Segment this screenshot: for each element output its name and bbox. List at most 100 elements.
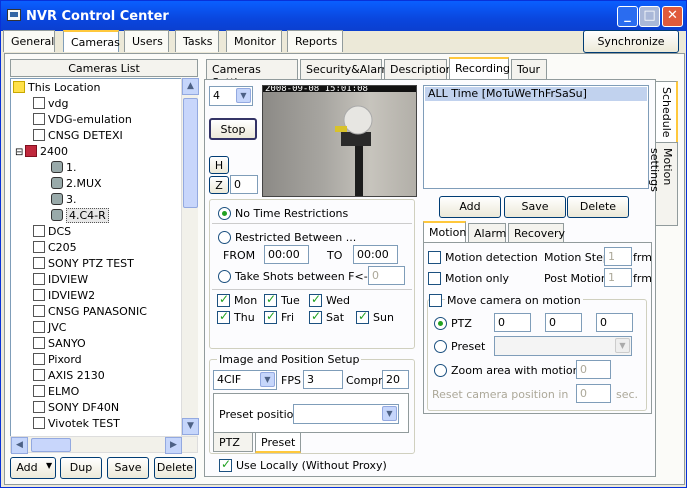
scroll-left-icon[interactable]: ◀ bbox=[11, 437, 28, 454]
vtab-motion-settings[interactable]: Motion settings bbox=[648, 142, 678, 226]
tab-cameras[interactable]: Cameras bbox=[63, 30, 120, 52]
h-button[interactable]: H bbox=[209, 156, 229, 174]
move-camera-checkbox[interactable] bbox=[429, 294, 442, 307]
save-camera-button[interactable]: Save bbox=[107, 457, 149, 479]
tree-item[interactable]: IDVIEW2 bbox=[33, 289, 95, 305]
no-time-restrictions-radio[interactable] bbox=[218, 207, 231, 220]
day-mon-checkbox[interactable] bbox=[217, 292, 230, 307]
tree-item[interactable]: CNSG PANASONIC bbox=[33, 305, 147, 321]
to-time-input[interactable]: 00:00 bbox=[353, 245, 398, 264]
zoom-area-radio[interactable] bbox=[434, 364, 447, 377]
chevron-down-icon[interactable]: ▼ bbox=[260, 372, 275, 387]
channel-select[interactable]: 4 ▼ bbox=[209, 86, 253, 106]
motion-preset-select[interactable]: ▼ bbox=[494, 336, 632, 356]
motion-detection-checkbox[interactable] bbox=[428, 251, 441, 264]
tree-item[interactable]: Pixord bbox=[33, 353, 82, 369]
tab-general[interactable]: General bbox=[3, 30, 55, 52]
scroll-down-icon[interactable]: ▼ bbox=[182, 418, 199, 435]
tree-item[interactable]: 2.MUX bbox=[51, 177, 102, 193]
take-shots-radio[interactable] bbox=[218, 270, 231, 283]
ptz-pan-input[interactable]: 0 bbox=[494, 313, 531, 332]
z-value-input[interactable]: 0 bbox=[230, 175, 258, 194]
tab-recording[interactable]: Recording bbox=[449, 57, 510, 79]
scroll-up-icon[interactable]: ▲ bbox=[182, 78, 199, 95]
ptz-zoom-input[interactable]: 0 bbox=[596, 313, 633, 332]
reset-position-input[interactable]: 0 bbox=[576, 384, 611, 403]
tree-horizontal-scrollbar[interactable]: ◀ ▶ bbox=[10, 436, 198, 454]
preset-radio[interactable] bbox=[434, 340, 447, 353]
tree-item-selected[interactable]: 4.C4-R bbox=[51, 208, 109, 225]
tree-item[interactable]: SONY DF40N bbox=[33, 401, 119, 417]
tab-monitor[interactable]: Monitor bbox=[226, 30, 282, 52]
ptz-radio[interactable] bbox=[434, 317, 447, 330]
scroll-thumb[interactable] bbox=[183, 98, 198, 208]
motion-only-checkbox[interactable] bbox=[428, 272, 441, 285]
tab-security-alarm[interactable]: Security&Alarm bbox=[300, 59, 392, 79]
tab-tasks[interactable]: Tasks bbox=[175, 30, 219, 52]
day-sat-checkbox[interactable] bbox=[309, 309, 322, 324]
tree-vertical-scrollbar[interactable]: ▲ ▼ bbox=[181, 78, 199, 451]
tree-item[interactable]: VDG-emulation bbox=[33, 113, 132, 129]
resolution-select[interactable]: 4CIF ▼ bbox=[213, 370, 277, 390]
tab-preset[interactable]: Preset bbox=[255, 433, 301, 453]
tree-item[interactable]: IDVIEW bbox=[33, 273, 88, 289]
take-shots-input[interactable]: 0 bbox=[368, 266, 405, 285]
day-tue-checkbox[interactable] bbox=[264, 292, 277, 307]
tree-item[interactable]: CNSG DETEXI bbox=[33, 129, 123, 145]
day-thu-checkbox[interactable] bbox=[217, 309, 230, 324]
tree-item[interactable]: JVC bbox=[33, 321, 66, 337]
use-locally-checkbox[interactable] bbox=[219, 457, 232, 472]
tab-motion[interactable]: Motion bbox=[423, 221, 466, 243]
fps-input[interactable]: 3 bbox=[303, 370, 343, 389]
motion-step-input[interactable]: 1 bbox=[604, 247, 632, 266]
scroll-right-icon[interactable]: ▶ bbox=[165, 437, 182, 454]
tab-recovery[interactable]: Recovery bbox=[508, 223, 565, 243]
tab-reports[interactable]: Reports bbox=[287, 30, 343, 52]
cameras-tree[interactable]: This Location vdg VDG-emulation CNSG DET… bbox=[10, 78, 182, 451]
tab-description[interactable]: Description bbox=[384, 59, 453, 79]
add-dropdown-icon[interactable]: ▼ bbox=[46, 461, 52, 470]
delete-camera-button[interactable]: Delete bbox=[154, 457, 196, 479]
tab-ptz[interactable]: PTZ bbox=[213, 433, 253, 452]
stop-button[interactable]: Stop bbox=[209, 118, 257, 140]
zoom-area-input[interactable]: 0 bbox=[576, 360, 611, 379]
tree-item[interactable]: DCS bbox=[33, 225, 71, 241]
schedule-add-button[interactable]: Add bbox=[439, 196, 501, 218]
tree-item[interactable]: SANYO bbox=[33, 337, 86, 353]
chevron-down-icon[interactable]: ▼ bbox=[236, 88, 251, 103]
chevron-down-icon[interactable]: ▼ bbox=[382, 406, 397, 421]
compr-input[interactable]: 20 bbox=[382, 370, 409, 389]
chevron-down-icon[interactable]: ▼ bbox=[615, 338, 630, 353]
tree-item[interactable]: ELMO bbox=[33, 385, 79, 401]
day-wed-checkbox[interactable] bbox=[309, 292, 322, 307]
dup-button[interactable]: Dup bbox=[60, 457, 102, 479]
tab-tour[interactable]: Tour bbox=[511, 59, 547, 79]
minimize-button[interactable]: _ bbox=[617, 6, 638, 27]
from-time-input[interactable]: 00:00 bbox=[264, 245, 309, 264]
tree-item[interactable]: SONY PTZ TEST bbox=[33, 257, 134, 273]
restricted-between-radio[interactable] bbox=[218, 231, 231, 244]
post-motion-input[interactable]: 1 bbox=[604, 268, 632, 287]
ptz-tilt-input[interactable]: 0 bbox=[545, 313, 582, 332]
day-sun-checkbox[interactable] bbox=[356, 309, 369, 324]
tree-item[interactable]: 1. bbox=[51, 161, 77, 177]
schedule-item[interactable]: ALL Time [MoTuWeThFrSaSu] bbox=[425, 87, 647, 101]
tree-item-this-location[interactable]: This Location bbox=[13, 81, 101, 97]
close-button[interactable]: ✕ bbox=[662, 6, 683, 27]
tree-item[interactable]: AXIS 2130 bbox=[33, 369, 105, 385]
vtab-schedule[interactable]: Schedule bbox=[656, 81, 678, 143]
synchronize-button[interactable]: Synchronize bbox=[583, 30, 679, 53]
hscroll-thumb[interactable] bbox=[31, 438, 71, 452]
tree-item[interactable]: C205 bbox=[33, 241, 77, 257]
schedule-save-button[interactable]: Save bbox=[504, 196, 566, 218]
tree-item-2400[interactable]: ⊟ 2400 bbox=[15, 145, 68, 161]
collapse-icon[interactable]: ⊟ bbox=[15, 147, 25, 158]
tab-cameras-settings[interactable]: Cameras Settings bbox=[206, 59, 298, 89]
preset-position-select[interactable]: ▼ bbox=[293, 404, 399, 424]
tab-alarm[interactable]: Alarm bbox=[468, 223, 506, 243]
tab-users[interactable]: Users bbox=[124, 30, 169, 52]
tree-item[interactable]: Vivotek TEST bbox=[33, 417, 120, 433]
schedule-delete-button[interactable]: Delete bbox=[567, 196, 629, 218]
day-fri-checkbox[interactable] bbox=[264, 309, 277, 324]
z-button[interactable]: Z bbox=[209, 176, 229, 194]
